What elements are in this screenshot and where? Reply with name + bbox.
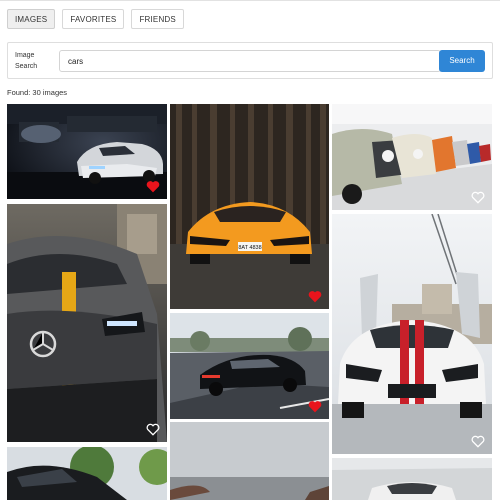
road-overcast-image xyxy=(170,422,329,500)
nav-tabs: IMAGES FAVORITES FRIENDS xyxy=(7,9,184,29)
photo-black-car-trees[interactable] xyxy=(7,447,167,500)
results-count: Found: 30 images xyxy=(7,88,68,97)
white-camaro-image xyxy=(7,104,167,199)
photo-road-overcast[interactable] xyxy=(170,422,329,500)
grey-mercedes-image xyxy=(7,204,167,442)
search-label-line1: Image xyxy=(15,52,35,59)
heart-filled-icon[interactable] xyxy=(146,180,160,193)
photo-grey-mercedes-amg[interactable] xyxy=(7,204,167,442)
black-car-trees-image xyxy=(7,447,167,500)
search-panel: Image Search Search xyxy=(7,42,493,79)
tab-favorites[interactable]: FAVORITES xyxy=(62,9,125,29)
classic-bmw-image xyxy=(332,104,492,210)
license-plate-text: 8AT 4838 xyxy=(238,245,261,251)
search-button[interactable]: Search xyxy=(439,50,485,72)
heart-filled-icon[interactable] xyxy=(308,290,322,303)
photo-white-camaro[interactable] xyxy=(7,104,167,199)
heart-outline-icon[interactable] xyxy=(471,191,485,204)
photo-classic-bmw-row[interactable] xyxy=(332,104,492,210)
tab-friends[interactable]: FRIENDS xyxy=(131,9,184,29)
white-mustang-image xyxy=(332,214,492,454)
photo-white-mustang[interactable] xyxy=(332,214,492,454)
search-label-line2: Search xyxy=(15,63,38,70)
top-divider xyxy=(0,0,500,1)
heart-outline-icon[interactable] xyxy=(471,435,485,448)
photo-white-car-front[interactable] xyxy=(332,458,492,500)
photo-black-porsche-road[interactable] xyxy=(170,313,329,419)
search-input[interactable] xyxy=(59,50,441,72)
orange-lamborghini-image: 8AT 4838 xyxy=(170,104,329,309)
white-car-front-image xyxy=(332,458,492,500)
tab-images[interactable]: IMAGES xyxy=(7,9,56,29)
search-label: Image Search xyxy=(15,50,49,72)
heart-outline-icon[interactable] xyxy=(146,423,160,436)
photo-orange-lamborghini[interactable]: 8AT 4838 xyxy=(170,104,329,309)
black-porsche-image xyxy=(170,313,329,419)
heart-filled-icon[interactable] xyxy=(308,400,322,413)
